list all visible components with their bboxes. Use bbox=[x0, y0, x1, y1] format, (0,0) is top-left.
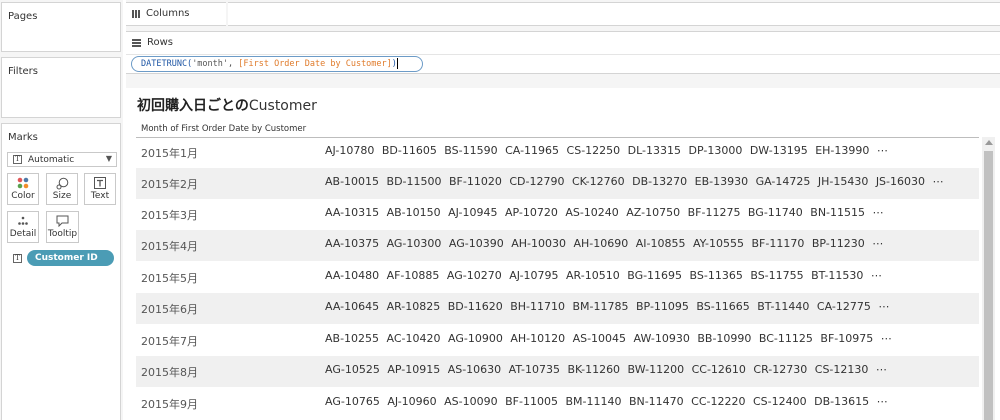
columns-shelf-label-cell: Columns bbox=[126, 2, 226, 26]
detail-button[interactable]: Detail bbox=[7, 211, 39, 243]
vertical-scrollbar[interactable] bbox=[982, 137, 995, 420]
row-customer-ids: AA-10480 AF-10885 AG-10270 AJ-10795 AR-1… bbox=[325, 269, 882, 282]
pages-title: Pages bbox=[8, 11, 38, 22]
table-row[interactable]: 2015年8月 AG-10525 AP-10915 AS-10630 AT-10… bbox=[136, 356, 979, 387]
row-date: 2015年5月 bbox=[141, 272, 198, 285]
table-row[interactable]: 2015年5月 AA-10480 AF-10885 AG-10270 AJ-10… bbox=[136, 262, 979, 293]
scrollbar-thumb[interactable] bbox=[984, 151, 993, 420]
row-customer-ids: AA-10315 AB-10150 AJ-10945 AP-10720 AS-1… bbox=[325, 206, 884, 219]
table-row[interactable]: 2015年3月 AA-10315 AB-10150 AJ-10945 AP-10… bbox=[136, 199, 979, 230]
row-customer-ids: AB-10015 BD-11500 BF-11020 CD-12790 CK-1… bbox=[325, 175, 944, 188]
color-button[interactable]: Color bbox=[7, 173, 39, 205]
row-date: 2015年3月 bbox=[141, 209, 198, 222]
row-customer-ids: AJ-10780 BD-11605 BS-11590 CA-11965 CS-1… bbox=[325, 144, 888, 157]
table-row[interactable]: 2015年2月 AB-10015 BD-11500 BF-11020 CD-12… bbox=[136, 168, 979, 199]
mark-type-value: Automatic bbox=[28, 154, 75, 165]
sheet-title-bold: 初回購入日ごとの bbox=[137, 98, 249, 114]
columns-bars-icon bbox=[132, 9, 140, 18]
filters-card[interactable]: Filters bbox=[1, 57, 121, 118]
table-row[interactable]: 2015年4月 AA-10375 AG-10300 AG-10390 AH-10… bbox=[136, 230, 979, 261]
scroll-up-arrow-icon[interactable] bbox=[985, 140, 993, 145]
pages-card[interactable]: Pages bbox=[1, 2, 121, 52]
rows-label: Rows bbox=[147, 37, 174, 48]
text-button[interactable]: Text bbox=[84, 173, 116, 205]
sheet-title-rest: Customer bbox=[248, 98, 317, 114]
row-customer-ids: AB-10255 AC-10420 AG-10900 AH-10120 AS-1… bbox=[325, 332, 892, 345]
calc-argument: 'month', bbox=[192, 59, 239, 69]
mark-type-dropdown[interactable]: T Automatic ▼ bbox=[7, 152, 117, 167]
marks-card: Marks bbox=[1, 123, 121, 420]
text-cursor bbox=[396, 58, 398, 69]
row-field-header[interactable]: Month of First Order Date by Customer bbox=[141, 124, 306, 134]
columns-label: Columns bbox=[146, 8, 190, 19]
row-customer-ids: AG-10765 AJ-10960 AS-10090 BF-11005 BM-1… bbox=[325, 395, 888, 408]
marks-title: Marks bbox=[8, 132, 38, 143]
rows-lines-icon bbox=[132, 38, 141, 47]
row-date: 2015年4月 bbox=[141, 240, 198, 253]
row-customer-ids: AA-10375 AG-10300 AG-10390 AH-10030 AH-1… bbox=[325, 237, 884, 250]
columns-shelf-dropzone[interactable] bbox=[228, 2, 1000, 26]
color-label: Color bbox=[11, 191, 35, 201]
chevron-down-icon: ▼ bbox=[105, 154, 112, 163]
row-date: 2015年8月 bbox=[141, 366, 198, 379]
rows-shelf[interactable]: Rows bbox=[126, 31, 1000, 54]
row-customer-ids: AG-10525 AP-10915 AS-10630 AT-10735 BK-1… bbox=[325, 363, 887, 376]
sheet-title[interactable]: 初回購入日ごとのCustomer bbox=[137, 95, 317, 115]
table-row[interactable]: 2015年9月 AG-10765 AJ-10960 AS-10090 BF-11… bbox=[136, 388, 979, 419]
row-date: 2015年1月 bbox=[141, 147, 198, 160]
row-date: 2015年9月 bbox=[141, 398, 198, 411]
filters-title: Filters bbox=[8, 66, 38, 77]
crosstab: 2015年1月 AJ-10780 BD-11605 BS-11590 CA-11… bbox=[136, 137, 979, 420]
calc-function: DATETRUNC( bbox=[141, 59, 193, 69]
detail-label: Detail bbox=[9, 229, 37, 239]
calculation-pill-editor[interactable]: DATETRUNC('month', [First Order Date by … bbox=[131, 56, 423, 72]
table-row[interactable]: 2015年7月 AB-10255 AC-10420 AG-10900 AH-10… bbox=[136, 325, 979, 356]
calc-field: [First Order Date by Customer] bbox=[238, 59, 392, 69]
text-mark-icon: T bbox=[13, 155, 22, 164]
row-date: 2015年2月 bbox=[141, 178, 198, 191]
color-dots-icon bbox=[8, 174, 38, 191]
size-icon bbox=[47, 174, 77, 191]
table-row[interactable]: 2015年1月 AJ-10780 BD-11605 BS-11590 CA-11… bbox=[136, 137, 979, 168]
detail-dots-icon bbox=[8, 212, 38, 229]
text-field-icon: T bbox=[13, 254, 22, 263]
row-customer-ids: AA-10645 AR-10825 BD-11620 BH-11710 BM-1… bbox=[325, 300, 890, 313]
tooltip-button[interactable]: Tooltip bbox=[46, 211, 79, 243]
text-label: Text bbox=[90, 191, 110, 201]
size-label: Size bbox=[52, 191, 72, 201]
customer-id-pill[interactable]: Customer ID bbox=[27, 250, 114, 266]
table-row[interactable]: 2015年6月 AA-10645 AR-10825 BD-11620 BH-11… bbox=[136, 293, 979, 324]
size-button[interactable]: Size bbox=[46, 173, 78, 205]
row-date: 2015年7月 bbox=[141, 335, 198, 348]
text-icon bbox=[85, 174, 115, 191]
tooltip-label: Tooltip bbox=[47, 229, 78, 239]
row-date: 2015年6月 bbox=[141, 303, 198, 316]
tooltip-icon bbox=[47, 212, 78, 229]
left-panel: Pages Filters Marks T Automatic ▼ Color bbox=[0, 0, 123, 420]
